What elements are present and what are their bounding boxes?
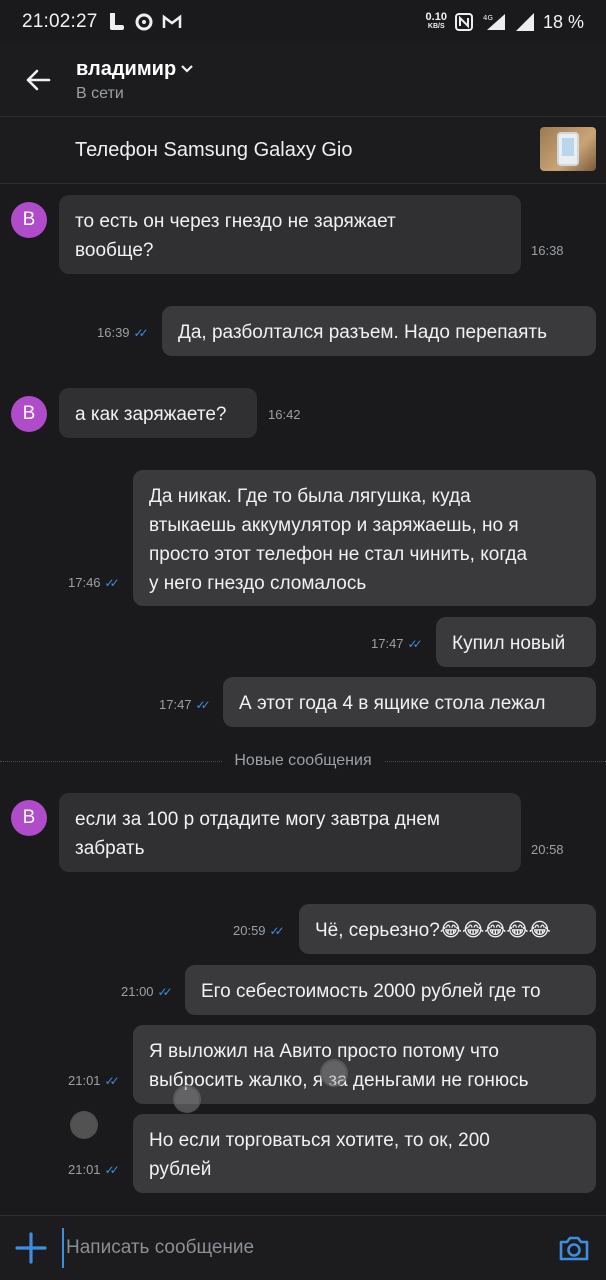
signal-4g-icon: 4G [483,14,505,30]
message-text: Его себестоимость 2000 рублей где то [201,981,541,1002]
signal-icon [515,13,534,31]
contact-info[interactable]: владимир В сети [76,58,194,103]
message-text: вообще? [75,240,154,261]
message-bubble[interactable]: Я выложил на Авито просто потому что выб… [133,1025,596,1104]
message-meta: 17:47 ✓✓ [371,636,423,651]
message-meta: 21:00 ✓✓ [121,984,173,999]
listing-title: Телефон Samsung Galaxy Gio [75,138,353,161]
double-check-icon: ✓✓ [133,325,149,340]
avatar[interactable]: В [11,396,47,432]
new-messages-divider: Новые сообщения [0,748,606,774]
net-speed: 0.10 KB/S [425,11,447,31]
message-time: 16:38 [531,243,564,258]
message-bubble[interactable]: Да никак. Где то была лягушка, куда втык… [133,470,596,606]
gmail-icon [162,14,181,28]
message-bubble[interactable]: Но если торговаться хотите, то ок, 200 р… [133,1114,596,1193]
message-meta: 20:59 ✓✓ [233,923,285,938]
touch-indicator [70,1111,98,1139]
message-text: то есть он через гнездо не заряжает [75,211,396,232]
double-check-icon: ✓✓ [104,1162,120,1177]
message-text: выбросить жалко, я за деньгами не гонюсь [149,1070,529,1091]
listing-thumbnail[interactable] [540,127,596,171]
chevron-down-icon [181,65,193,73]
double-check-icon: ✓✓ [104,1073,120,1088]
notification-c-icon [135,13,153,31]
phone-image [557,132,579,166]
message-text: Я выложил на Авито просто потому что [149,1041,499,1062]
message-bubble[interactable]: А этот года 4 в ящике стола лежал [223,677,596,727]
message-bubble[interactable]: Да, разболтался разъем. Надо перепаять [162,306,596,356]
touch-indicator [320,1059,348,1087]
battery-level: 18 % [542,11,584,32]
double-check-icon: ✓✓ [407,636,423,651]
back-button[interactable] [0,44,76,116]
message-text: а как заряжаете? [75,404,227,425]
message-bubble[interactable]: Купил новый [436,617,596,667]
message-bubble[interactable]: если за 100 р отдадите могу завтра днем … [59,793,521,872]
status-time: 21:02:27 [22,11,98,32]
camera-button[interactable] [542,1216,606,1280]
message-text: если за 100 р отдадите могу завтра днем [75,809,440,830]
new-messages-label: Новые сообщения [222,752,384,770]
message-text: рублей [149,1159,212,1180]
double-check-icon: ✓✓ [269,923,285,938]
avatar[interactable]: В [11,202,47,238]
message-text: просто этот телефон не стал чинить, когд… [149,544,528,565]
message-text: у него гнездо сломалось [149,573,367,594]
message-meta: 21:01 ✓✓ [68,1073,120,1088]
item-divider [0,183,606,184]
double-check-icon: ✓✓ [104,575,120,590]
message-bubble[interactable]: то есть он через гнездо не заряжает вооб… [59,195,521,274]
message-meta: 16:39 ✓✓ [97,325,149,340]
svg-text:4G: 4G [483,14,493,22]
message-text: Но если торговаться хотите, то ок, 200 [149,1130,490,1151]
notification-l-icon [109,13,124,30]
listing-item[interactable]: Телефон Samsung Galaxy Gio [0,117,606,183]
message-text: Да никак. Где то была лягушка, куда [149,486,471,507]
contact-status: В сети [76,84,124,102]
nfc-icon [454,13,473,31]
touch-indicator [173,1085,201,1113]
message-input[interactable] [62,1228,542,1268]
status-bar: 21:02:27 0.10 KB/S 4G 18 % [0,0,606,44]
message-text: Купил новый [452,633,566,654]
message-text: Да, разболтался разъем. Надо перепаять [178,322,547,343]
message-text: А этот года 4 в ящике стола лежал [239,693,546,714]
message-text: втыкаешь аккумулятор и заряжаешь, но я [149,515,519,536]
message-time: 20:58 [531,842,564,857]
plus-icon [15,1232,47,1264]
message-bubble[interactable]: Его себестоимость 2000 рублей где то [185,965,596,1015]
avatar[interactable]: В [11,800,47,836]
message-text: Чё, серьезно?😂😂😂😂😂 [315,920,551,941]
message-bubble[interactable]: Чё, серьезно?😂😂😂😂😂 [299,904,596,954]
double-check-icon: ✓✓ [157,984,173,999]
message-time: 16:42 [268,407,301,422]
message-bubble[interactable]: а как заряжаете? [59,388,257,438]
message-text: забрать [75,838,145,859]
camera-icon [559,1236,589,1261]
message-meta: 21:01 ✓✓ [68,1162,120,1177]
arrow-left-icon [26,69,51,91]
chat-header: владимир В сети [0,44,606,116]
message-meta: 17:47 ✓✓ [159,697,211,712]
message-meta: 17:46 ✓✓ [68,575,120,590]
double-check-icon: ✓✓ [195,697,211,712]
add-attachment-button[interactable] [0,1216,62,1280]
message-composer [0,1215,606,1280]
contact-name: владимир [76,57,177,80]
